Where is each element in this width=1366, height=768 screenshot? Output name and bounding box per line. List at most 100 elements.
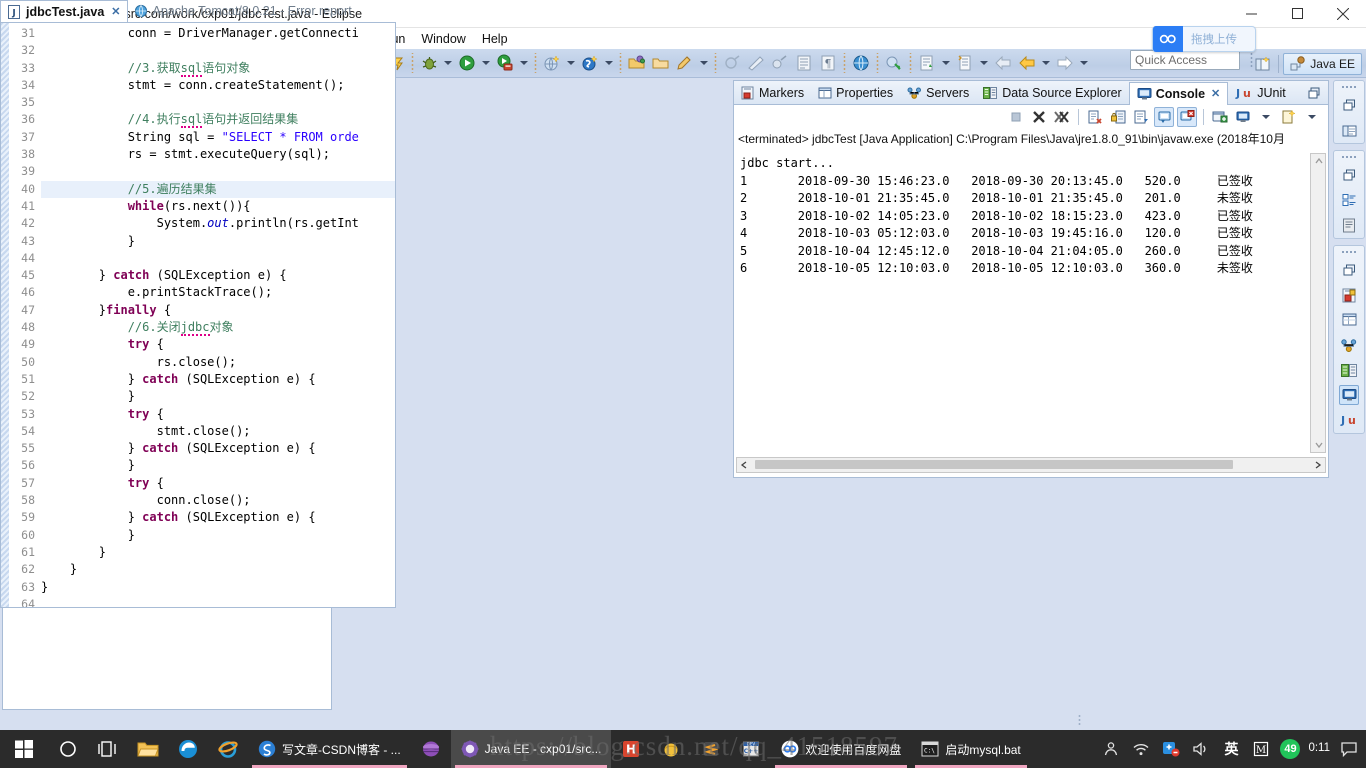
devcpp-icon[interactable]: DEV C++ [731, 730, 771, 768]
code-line[interactable]: conn = DriverManager.getConnecti [41, 25, 395, 42]
code-line[interactable]: } catch (SQLException e) { [41, 371, 395, 388]
console-hscroll-track[interactable] [751, 457, 1311, 473]
code-line[interactable]: } [41, 544, 395, 561]
close-button[interactable] [1320, 0, 1366, 28]
debug-icon[interactable] [417, 51, 441, 75]
tab-markers[interactable]: Markers [734, 81, 811, 105]
close-icon[interactable]: ✕ [1211, 87, 1220, 100]
close-icon[interactable]: ✕ [111, 5, 120, 18]
code-line[interactable]: } catch (SQLException e) { [41, 267, 395, 284]
taskbar-app-csdn[interactable]: 写文章-CSDN博客 - ... [248, 730, 411, 768]
console-horizontal-scrollbar[interactable] [736, 457, 1326, 473]
code-line[interactable]: } [41, 527, 395, 544]
search-icon[interactable] [744, 51, 768, 75]
paragraph-icon[interactable]: ¶ [816, 51, 840, 75]
drag-handle[interactable] [1341, 154, 1357, 160]
highlight-dropdown-arrow[interactable] [697, 51, 711, 75]
scroll-lock-icon[interactable] [1108, 107, 1128, 127]
code-line[interactable]: }finally { [41, 302, 395, 319]
editor-marker-bar[interactable] [1, 23, 9, 607]
code-line[interactable]: try { [41, 475, 395, 492]
code-editor[interactable]: 31 32 33 34 35 36 37 38 39 40 41 42 43 44 45 46 47 48 49 50… [0, 22, 396, 608]
back-icon[interactable] [991, 51, 1015, 75]
taskbar-clock[interactable]: 0:11 [1308, 743, 1330, 755]
new-spring-icon[interactable] [578, 51, 602, 75]
new-console-view-icon[interactable] [1210, 107, 1230, 127]
code-line[interactable]: stmt.close(); [41, 423, 395, 440]
toolbar-grip-11[interactable] [908, 53, 913, 73]
status-bar-grip[interactable] [1078, 714, 1083, 726]
junit-icon[interactable]: Ju [1339, 410, 1359, 430]
code-line[interactable] [41, 250, 395, 267]
code-line[interactable]: } [41, 233, 395, 250]
validate-icon[interactable] [882, 51, 906, 75]
debug-dropdown-arrow[interactable] [441, 51, 455, 75]
remove-all-launches-icon[interactable] [1052, 107, 1072, 127]
drag-handle[interactable] [1341, 84, 1357, 90]
cortana-search-icon[interactable] [48, 730, 88, 768]
file-explorer-icon[interactable] [128, 730, 168, 768]
scroll-down-icon[interactable] [1311, 438, 1327, 452]
maximize-button[interactable] [1274, 0, 1320, 28]
markers-icon[interactable] [1339, 285, 1359, 305]
menu-window[interactable]: Window [413, 30, 473, 48]
code-line[interactable]: rs = stmt.executeQuery(sql); [41, 146, 395, 163]
perspective-java-ee[interactable]: Java EE [1283, 52, 1362, 75]
scroll-left-icon[interactable] [737, 458, 751, 472]
new-java-ee-dropdown-arrow[interactable] [564, 51, 578, 75]
run-server-dropdown-arrow[interactable] [517, 51, 531, 75]
terminate-icon[interactable] [1006, 107, 1026, 127]
code-line[interactable]: } catch (SQLException e) { [41, 509, 395, 526]
code-line[interactable]: try { [41, 336, 395, 353]
code-line[interactable]: //4.执行sql语句并返回结果集 [41, 111, 395, 129]
properties-icon[interactable] [1339, 310, 1359, 330]
code-line[interactable]: while(rs.next()){ [41, 198, 395, 215]
new-jsp-icon[interactable] [953, 51, 977, 75]
tab-data-source-explorer[interactable]: Data Source Explorer [976, 81, 1129, 105]
taskbar-app-eclipse[interactable]: Java EE - cxp01/src... [450, 730, 612, 768]
run-icon[interactable] [455, 51, 479, 75]
editor-source-lines[interactable]: conn = DriverManager.getConnecti //3.获取s… [41, 23, 395, 607]
link-icon[interactable] [768, 51, 792, 75]
code-line[interactable]: e.printStackTrace(); [41, 284, 395, 301]
open-console-dropdown[interactable] [1302, 107, 1322, 127]
remove-launch-icon[interactable] [1029, 107, 1049, 127]
servers-icon[interactable] [1339, 335, 1359, 355]
toolbar-grip-9[interactable] [842, 53, 847, 73]
task-view-icon[interactable] [88, 730, 128, 768]
tab-console[interactable]: Console ✕ [1128, 81, 1229, 105]
tab-properties[interactable]: Properties [811, 81, 900, 105]
run-as-server-icon[interactable] [493, 51, 517, 75]
open-perspective-icon[interactable] [1252, 53, 1274, 75]
restore-icon[interactable] [1339, 260, 1359, 280]
clear-console-icon[interactable] [1085, 107, 1105, 127]
minimize-button[interactable] [1228, 0, 1274, 28]
code-line[interactable]: System.out.println(rs.getInt [41, 215, 395, 232]
browser-icon[interactable] [849, 51, 873, 75]
code-line[interactable]: //6.关闭jdbc对象 [41, 319, 395, 337]
code-line[interactable]: } [41, 457, 395, 474]
purple-disc-icon[interactable] [411, 730, 451, 768]
outline-icon[interactable] [1339, 190, 1359, 210]
code-line[interactable]: } [41, 388, 395, 405]
task-list-icon[interactable] [1339, 215, 1359, 235]
data-source-explorer-icon[interactable] [1339, 360, 1359, 380]
display-selected-console-dropdown[interactable] [1256, 107, 1276, 127]
editor-tab-jdbcTest[interactable]: J jdbcTest.java ✕ [0, 0, 128, 22]
show-console-on-error-icon[interactable] [1177, 107, 1197, 127]
run-dropdown-arrow[interactable] [479, 51, 493, 75]
code-line[interactable] [41, 94, 395, 111]
console-vertical-scrollbar[interactable] [1310, 153, 1326, 453]
open-console-icon[interactable] [1279, 107, 1299, 127]
code-line[interactable]: } [41, 561, 395, 578]
code-line[interactable]: rs.close(); [41, 354, 395, 371]
baidu-upload-widget[interactable]: 拖拽上传 [1152, 26, 1256, 52]
code-line[interactable] [41, 596, 395, 607]
forward-dropdown-arrow[interactable] [1039, 51, 1053, 75]
hbuilder-icon[interactable]: H [611, 730, 651, 768]
code-line[interactable] [41, 42, 395, 59]
new-spring-dropdown-arrow[interactable] [602, 51, 616, 75]
people-icon[interactable] [1100, 730, 1122, 768]
code-line[interactable]: try { [41, 406, 395, 423]
wifi-icon[interactable] [1130, 730, 1152, 768]
